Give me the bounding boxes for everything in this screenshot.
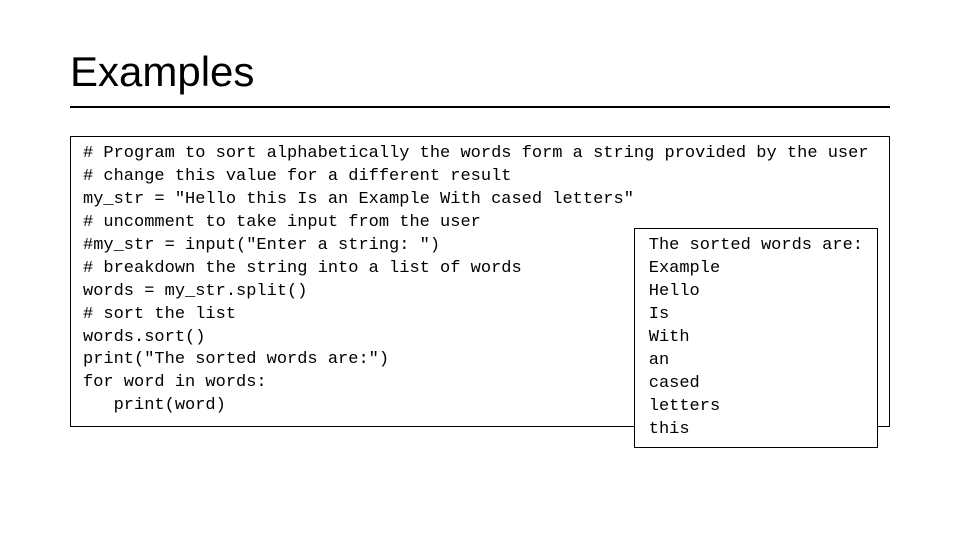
- slide-title: Examples: [70, 48, 890, 96]
- title-divider: [70, 106, 890, 108]
- example-area: # Program to sort alphabetically the wor…: [70, 136, 890, 427]
- output-block: The sorted words are: Example Hello Is W…: [634, 228, 878, 448]
- slide: Examples # Program to sort alphabeticall…: [0, 0, 960, 540]
